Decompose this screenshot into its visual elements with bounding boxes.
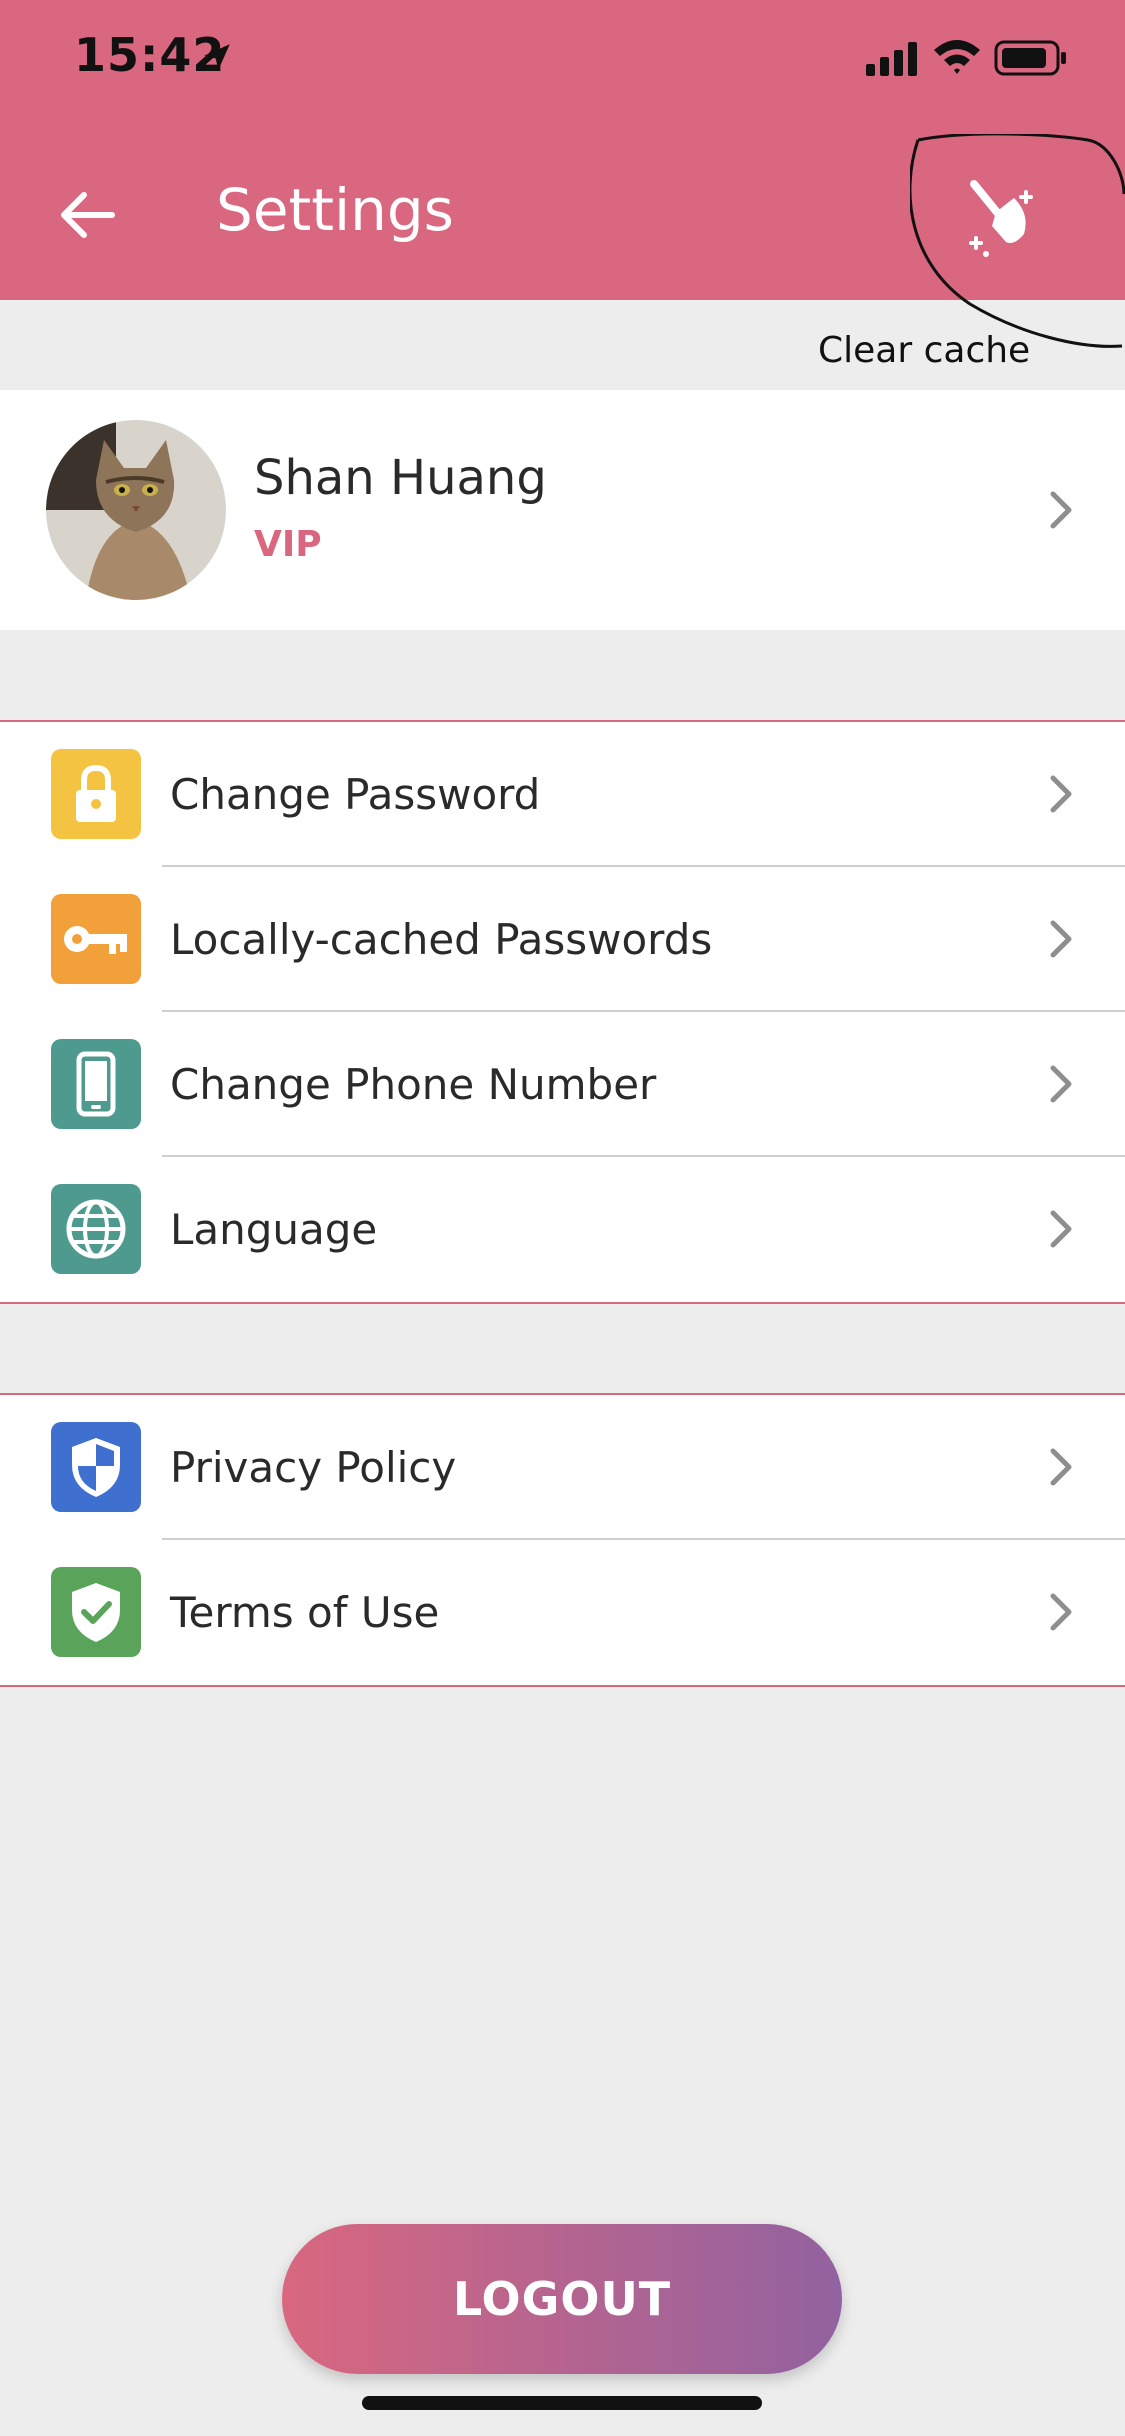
wifi-icon [934,40,980,74]
chevron-right-icon [1050,1065,1072,1103]
settings-item-change-password[interactable]: Change Password [0,722,1125,867]
settings-item-change-phone[interactable]: Change Phone Number [0,1012,1125,1157]
page-title: Settings [216,176,454,244]
profile-tier-badge: VIP [254,524,322,565]
settings-item-label: Language [170,1205,378,1254]
settings-item-label: Terms of Use [170,1588,440,1637]
profile-card[interactable]: Shan Huang VIP [0,390,1125,630]
status-bar: 15:42 [0,0,1125,120]
home-indicator [362,2396,762,2410]
battery-icon [994,40,1066,76]
shield-check-icon [51,1567,141,1657]
settings-item-cached-passwords[interactable]: Locally-cached Passwords [0,867,1125,1012]
settings-item-label: Change Phone Number [170,1060,657,1109]
chevron-right-icon [1050,775,1072,813]
settings-item-privacy-policy[interactable]: Privacy Policy [0,1395,1125,1540]
location-arrow-icon [204,44,230,70]
shield-icon [51,1422,141,1512]
avatar [46,420,226,600]
chevron-right-icon [1050,491,1072,529]
signal-icon [866,42,917,76]
settings-group-legal: Privacy Policy Terms of Use [0,1393,1125,1687]
key-icon [51,894,141,984]
chevron-right-icon [1050,1448,1072,1486]
back-arrow-icon[interactable] [56,190,116,240]
settings-item-label: Locally-cached Passwords [170,915,713,964]
clear-cache-label: Clear cache [818,330,1031,371]
phone-icon [51,1039,141,1129]
settings-item-label: Privacy Policy [170,1443,457,1492]
chevron-right-icon [1050,1210,1072,1248]
globe-icon [51,1184,141,1274]
settings-item-label: Change Password [170,770,541,819]
logout-button[interactable]: LOGOUT [282,2224,842,2374]
profile-name: Shan Huang [254,450,547,506]
settings-item-language[interactable]: Language [0,1157,1125,1302]
chevron-right-icon [1050,920,1072,958]
chevron-right-icon [1050,1593,1072,1631]
settings-group-account: Change Password Locally-cached Passwords [0,720,1125,1304]
lock-icon [51,749,141,839]
settings-item-terms-of-use[interactable]: Terms of Use [0,1540,1125,1685]
